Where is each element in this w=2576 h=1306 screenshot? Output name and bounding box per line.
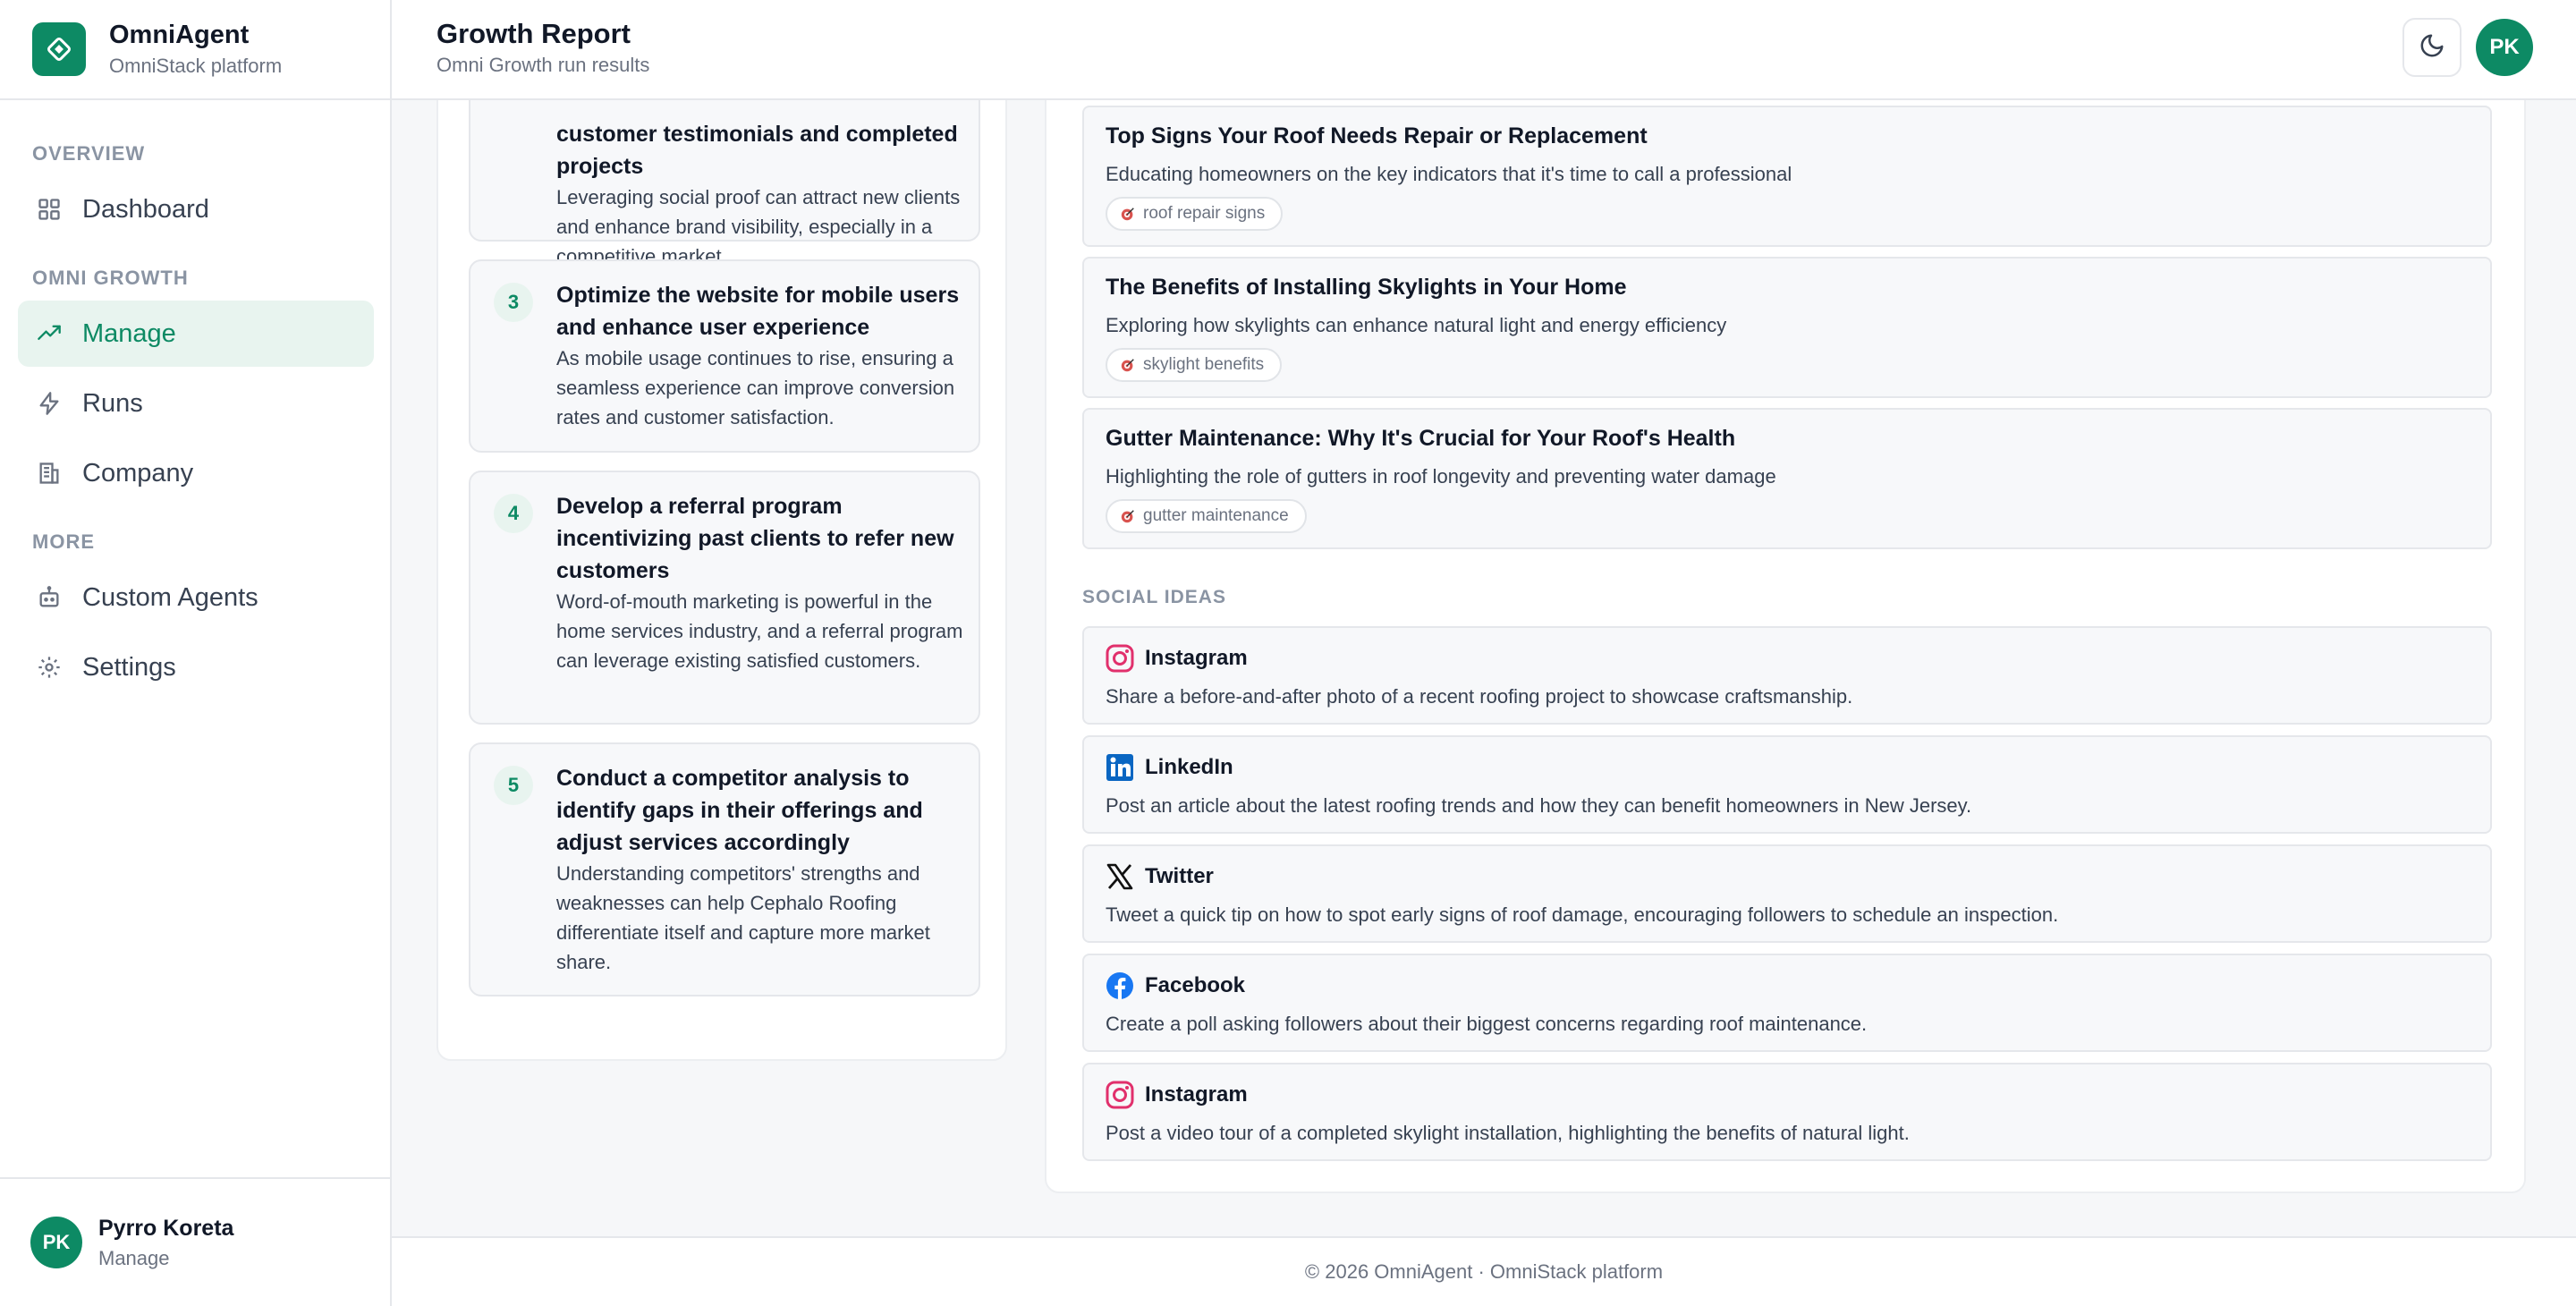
building-icon xyxy=(36,460,63,487)
social-idea-text: Tweet a quick tip on how to spot early s… xyxy=(1106,903,2059,926)
sidebar-item-dashboard[interactable]: Dashboard xyxy=(18,176,374,242)
sidebar-item-company[interactable]: Company xyxy=(18,440,374,506)
user-role: Manage xyxy=(98,1246,170,1269)
blog-idea-description: Highlighting the role of gutters in roof… xyxy=(1106,465,1776,488)
user-profile[interactable]: PK Pyrro Koreta Manage xyxy=(0,1177,390,1306)
recommendation-number: 5 xyxy=(494,766,533,805)
brand[interactable]: OmniAgent OmniStack platform xyxy=(0,0,390,100)
sidebar-item-label: Settings xyxy=(82,652,176,682)
social-idea-card: Instagram Share a before-and-after photo… xyxy=(1082,626,2492,725)
social-platform-name: Instagram xyxy=(1145,1082,1248,1107)
sidebar-item-runs[interactable]: Runs xyxy=(18,370,374,437)
sidebar-item-label: Company xyxy=(82,458,194,488)
recommendation-title: Conduct a competitor analysis to identif… xyxy=(556,766,923,855)
facebook-icon xyxy=(1106,972,1133,999)
social-idea-text: Share a before-and-after photo of a rece… xyxy=(1106,685,1853,708)
bot-icon xyxy=(36,584,63,611)
trending-up-icon xyxy=(36,320,63,347)
recommendation-title: customer testimonials and completed proj… xyxy=(556,122,958,179)
social-idea-card: Twitter Tweet a quick tip on how to spot… xyxy=(1082,844,2492,943)
x-twitter-icon xyxy=(1106,863,1133,890)
grid-icon xyxy=(36,196,63,223)
blog-idea-title: Gutter Maintenance: Why It's Crucial for… xyxy=(1106,426,1736,451)
blog-idea-description: Educating homeowners on the key indicato… xyxy=(1106,163,1792,185)
blog-idea-card: Top Signs Your Roof Needs Repair or Repl… xyxy=(1082,106,2492,247)
recommendation-description: Understanding competitors' strengths and… xyxy=(556,862,930,973)
recommendation-card: customer testimonials and completed proj… xyxy=(469,100,980,267)
recommendation-title: Optimize the website for mobile users an… xyxy=(556,283,960,340)
recommendation-number: 3 xyxy=(494,283,533,322)
instagram-icon xyxy=(1106,1081,1134,1109)
sidebar-item-manage[interactable]: Manage xyxy=(18,301,374,367)
keyword-label: skylight benefits xyxy=(1143,355,1265,374)
sidebar-item-label: Dashboard xyxy=(82,194,209,224)
blog-idea-description: Exploring how skylights can enhance natu… xyxy=(1106,314,1727,336)
recommendation-description: Word-of-mouth marketing is powerful in t… xyxy=(556,590,963,672)
target-icon xyxy=(1121,359,1134,372)
social-idea-card: Instagram Post a video tour of a complet… xyxy=(1082,1063,2492,1161)
recommendation-card: 4 Develop a referral program incentivizi… xyxy=(469,471,980,725)
keyword-label: roof repair signs xyxy=(1143,204,1266,223)
omniagent-logo-icon xyxy=(32,22,86,76)
recommendation-title: Develop a referral program incentivizing… xyxy=(556,494,954,583)
recommendation-description: Leveraging social proof can attract new … xyxy=(556,186,961,267)
brand-name: OmniAgent xyxy=(109,21,250,49)
header-avatar[interactable]: PK xyxy=(2476,19,2533,76)
keyword-label: gutter maintenance xyxy=(1143,506,1289,525)
recommendation-card: 3 Optimize the website for mobile users … xyxy=(469,259,980,453)
social-idea-text: Post an article about the latest roofing… xyxy=(1106,794,1972,817)
avatar: PK xyxy=(30,1217,82,1268)
keyword-badge: roof repair signs xyxy=(1106,197,1284,231)
social-platform-name: Instagram xyxy=(1145,646,1248,670)
target-icon xyxy=(1121,208,1134,221)
ideas-panel: Top Signs Your Roof Needs Repair or Repl… xyxy=(1045,100,2526,1193)
social-idea-text: Create a poll asking followers about the… xyxy=(1106,1013,1868,1035)
sidebar-item-label: Manage xyxy=(82,318,176,348)
theme-toggle-button[interactable] xyxy=(2402,18,2462,77)
lightning-icon xyxy=(36,390,63,417)
sidebar-item-label: Runs xyxy=(82,388,143,418)
recommendation-card: 5 Conduct a competitor analysis to ident… xyxy=(469,742,980,996)
blog-idea-title: Top Signs Your Roof Needs Repair or Repl… xyxy=(1106,123,1648,148)
gear-icon xyxy=(36,654,63,681)
blog-idea-card: The Benefits of Installing Skylights in … xyxy=(1082,257,2492,398)
sidebar-item-custom-agents[interactable]: Custom Agents xyxy=(18,564,374,631)
footer: © 2026 OmniAgent · OmniStack platform xyxy=(392,1236,2576,1306)
keyword-badge: skylight benefits xyxy=(1106,348,1283,382)
nav-section-more: MORE xyxy=(32,530,95,553)
sidebar: OmniAgent OmniStack platform OVERVIEW Da… xyxy=(0,0,392,1306)
user-name: Pyrro Koreta xyxy=(98,1215,234,1241)
main-content: customer testimonials and completed proj… xyxy=(392,100,2563,1236)
recommendations-panel: customer testimonials and completed proj… xyxy=(436,100,1007,1061)
social-platform-name: Facebook xyxy=(1145,973,1246,997)
social-platform-name: Twitter xyxy=(1145,864,1214,888)
recommendation-description: As mobile usage continues to rise, ensur… xyxy=(556,347,955,428)
nav-section-overview: OVERVIEW xyxy=(32,142,146,165)
social-idea-card: LinkedIn Post an article about the lates… xyxy=(1082,735,2492,834)
instagram-icon xyxy=(1106,644,1134,673)
linkedin-icon xyxy=(1106,754,1133,781)
page-subtitle: Omni Growth run results xyxy=(436,54,650,76)
social-ideas-heading: SOCIAL IDEAS xyxy=(1082,587,1226,607)
recommendation-number: 4 xyxy=(494,494,533,533)
top-header: Growth Report Omni Growth run results PK xyxy=(392,0,2576,100)
blog-idea-card: Gutter Maintenance: Why It's Crucial for… xyxy=(1082,408,2492,549)
sidebar-item-label: Custom Agents xyxy=(82,582,258,612)
brand-subtitle: OmniStack platform xyxy=(109,55,283,77)
sidebar-item-settings[interactable]: Settings xyxy=(18,634,374,700)
page-title: Growth Report xyxy=(436,18,631,49)
nav-section-omni-growth: OMNI GROWTH xyxy=(32,267,189,289)
target-icon xyxy=(1121,510,1134,523)
moon-icon xyxy=(2419,32,2445,64)
social-idea-text: Post a video tour of a completed skyligh… xyxy=(1106,1122,1910,1144)
blog-idea-title: The Benefits of Installing Skylights in … xyxy=(1106,275,1627,300)
social-platform-name: LinkedIn xyxy=(1145,755,1233,779)
keyword-badge: gutter maintenance xyxy=(1106,499,1307,533)
social-idea-card: Facebook Create a poll asking followers … xyxy=(1082,954,2492,1052)
